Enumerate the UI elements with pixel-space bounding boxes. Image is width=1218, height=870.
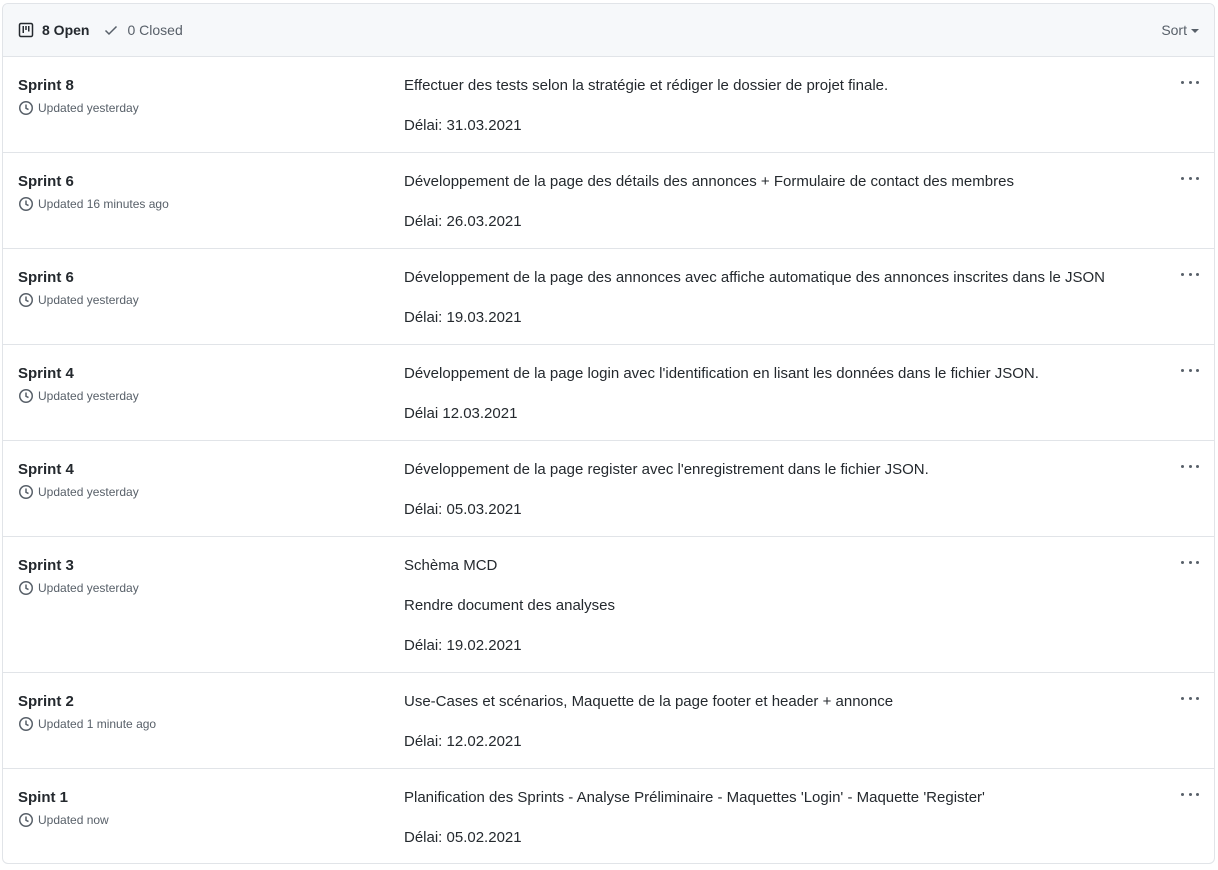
milestone-description: Use-Cases et scénarios, Maquette de la p… <box>404 693 1154 773</box>
updated-text: Updated 16 minutes ago <box>38 197 169 211</box>
milestone-description: Effectuer des tests selon la stratégie e… <box>404 77 1154 157</box>
description-line: Développement de la page register avec l… <box>404 461 929 478</box>
milestone-updated: Updated yesterday <box>18 484 139 500</box>
description-line: Rendre document des analyses <box>404 597 615 614</box>
milestone-updated: Updated yesterday <box>18 580 139 596</box>
milestone-title[interactable]: Sprint 6 <box>18 173 169 190</box>
closed-filter[interactable]: 0 Closed <box>103 22 183 38</box>
more-options-icon[interactable] <box>1181 76 1199 88</box>
milestone-info: Sprint 6 Updated 16 minutes ago <box>18 173 169 212</box>
clock-icon <box>19 485 33 499</box>
milestone-info: Sprint 8 Updated yesterday <box>18 77 139 116</box>
milestone-list: Sprint 8 Updated yesterday Effectuer des t… <box>3 57 1214 863</box>
milestone-icon <box>18 22 34 38</box>
more-options-icon[interactable] <box>1181 268 1199 280</box>
milestone-description: Planification des Sprints - Analyse Prél… <box>404 789 1154 863</box>
milestone-info: Sprint 4 Updated yesterday <box>18 365 139 404</box>
sort-label: Sort <box>1161 22 1187 38</box>
milestone-description: Développement de la page register avec l… <box>404 461 1154 541</box>
clock-icon <box>19 717 33 731</box>
more-options-icon[interactable] <box>1181 172 1199 184</box>
description-line: Délai: 05.03.2021 <box>404 501 522 518</box>
description-line: Schèma MCD <box>404 557 498 574</box>
milestone-row: Sprint 6 Updated yesterday Développement d… <box>3 249 1214 345</box>
milestone-info: Sprint 4 Updated yesterday <box>18 461 139 500</box>
milestone-title[interactable]: Sprint 3 <box>18 557 139 574</box>
description-line: Délai: 19.02.2021 <box>404 637 522 654</box>
milestone-title[interactable]: Sprint 4 <box>18 365 139 382</box>
milestone-info: Sprint 6 Updated yesterday <box>18 269 139 308</box>
description-line: Délai: 05.02.2021 <box>404 829 522 846</box>
clock-icon <box>19 197 33 211</box>
milestone-row: Sprint 3 Updated yesterday Schèma MCD Rendr… <box>3 537 1214 673</box>
milestones-box: 8 Open 0 Closed Sort Sprint 8 Updated yes… <box>2 3 1215 864</box>
description-line: Délai: 19.03.2021 <box>404 309 522 326</box>
milestone-description: Développement de la page des annonces av… <box>404 269 1154 349</box>
updated-text: Updated yesterday <box>38 389 139 403</box>
more-options-icon[interactable] <box>1181 692 1199 704</box>
milestone-updated: Updated yesterday <box>18 100 139 116</box>
description-line: Délai: 26.03.2021 <box>404 213 522 230</box>
description-line: Use-Cases et scénarios, Maquette de la p… <box>404 693 894 710</box>
milestone-row: Sprint 6 Updated 16 minutes ago Développem… <box>3 153 1214 249</box>
milestone-description: Schèma MCD Rendre document des analyses Dé… <box>404 557 1154 677</box>
updated-text: Updated now <box>38 813 109 827</box>
open-filter[interactable]: 8 Open <box>18 22 89 38</box>
milestone-updated: Updated now <box>18 812 109 828</box>
milestone-title[interactable]: Sprint 4 <box>18 461 139 478</box>
milestone-title[interactable]: Sprint 2 <box>18 693 156 710</box>
milestone-title[interactable]: Sprint 8 <box>18 77 139 94</box>
updated-text: Updated 1 minute ago <box>38 717 157 731</box>
updated-text: Updated yesterday <box>38 101 139 115</box>
description-line: Développement de la page des annonces av… <box>404 269 1106 286</box>
milestone-updated: Updated yesterday <box>18 388 139 404</box>
more-options-icon[interactable] <box>1181 460 1199 472</box>
milestone-row: Sprint 4 Updated yesterday Développement d… <box>3 345 1214 441</box>
clock-icon <box>19 293 33 307</box>
milestone-info: Sprint 2 Updated 1 minute ago <box>18 693 156 732</box>
updated-text: Updated yesterday <box>38 581 139 595</box>
milestones-header: 8 Open 0 Closed Sort <box>3 4 1214 57</box>
clock-icon <box>19 101 33 115</box>
milestone-info: Sprint 3 Updated yesterday <box>18 557 139 596</box>
caret-down-icon <box>1191 29 1199 33</box>
clock-icon <box>19 581 33 595</box>
sort-dropdown[interactable]: Sort <box>1161 22 1199 38</box>
milestone-title[interactable]: Sprint 6 <box>18 269 139 286</box>
clock-icon <box>19 813 33 827</box>
open-count: 8 Open <box>42 22 90 38</box>
description-line: Délai: 12.02.2021 <box>404 733 522 750</box>
description-line: Développement de la page des détails des… <box>404 173 1014 190</box>
description-line: Planification des Sprints - Analyse Prél… <box>404 789 985 806</box>
updated-text: Updated yesterday <box>38 485 139 499</box>
description-line: Effectuer des tests selon la stratégie e… <box>404 77 889 94</box>
milestone-row: Sprint 4 Updated yesterday Développement d… <box>3 441 1214 537</box>
milestone-title[interactable]: Spint 1 <box>18 789 109 806</box>
milestone-updated: Updated 1 minute ago <box>18 716 156 732</box>
milestone-description: Développement de la page login avec l'id… <box>404 365 1154 445</box>
milestone-info: Spint 1 Updated now <box>18 789 109 828</box>
check-icon <box>105 25 118 36</box>
milestone-row: Sprint 2 Updated 1 minute ago Use-Cases et… <box>3 673 1214 769</box>
milestone-row: Sprint 8 Updated yesterday Effectuer des t… <box>3 57 1214 153</box>
milestone-updated: Updated 16 minutes ago <box>18 196 169 212</box>
milestone-updated: Updated yesterday <box>18 292 139 308</box>
more-options-icon[interactable] <box>1181 556 1199 568</box>
clock-icon <box>19 389 33 403</box>
more-options-icon[interactable] <box>1181 364 1199 376</box>
milestone-description: Développement de la page des détails des… <box>404 173 1154 253</box>
updated-text: Updated yesterday <box>38 293 139 307</box>
description-line: Délai 12.03.2021 <box>404 405 518 422</box>
milestone-row: Spint 1 Updated now Planification des Spri… <box>3 769 1214 863</box>
more-options-icon[interactable] <box>1181 788 1199 800</box>
description-line: Délai: 31.03.2021 <box>404 117 522 134</box>
closed-count: 0 Closed <box>127 22 183 38</box>
description-line: Développement de la page login avec l'id… <box>404 365 1039 382</box>
